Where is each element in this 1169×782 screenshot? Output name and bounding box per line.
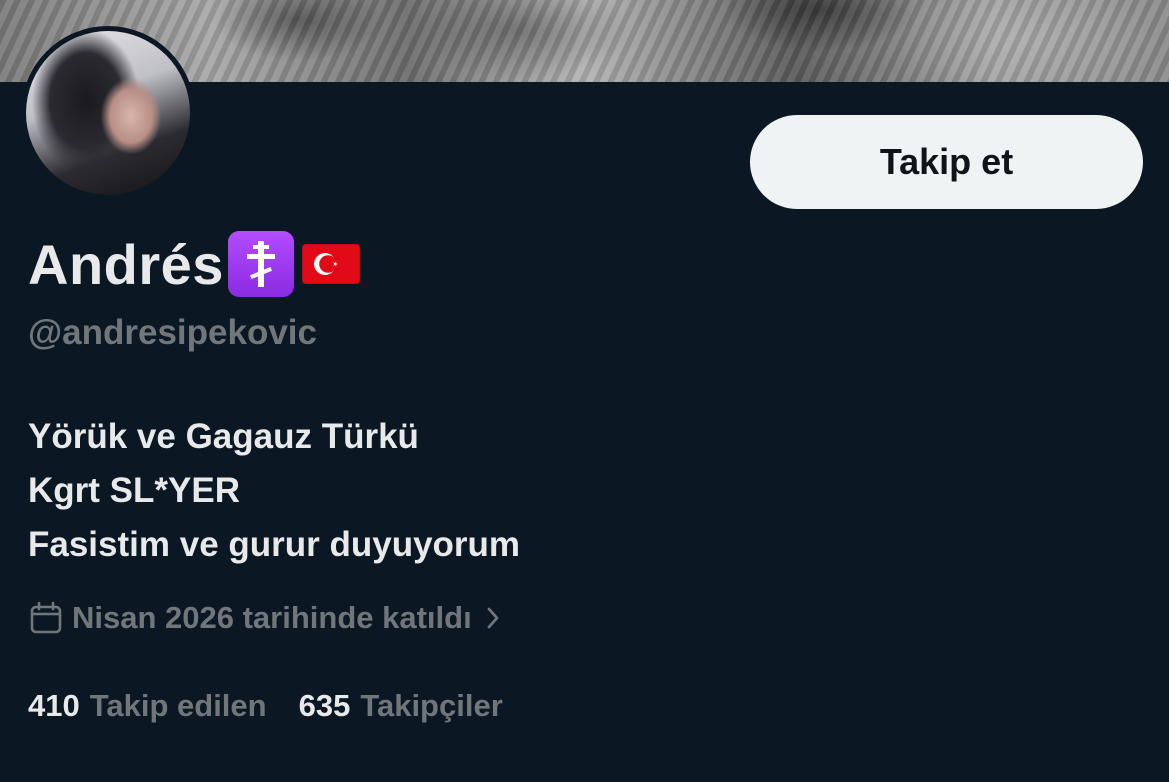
chevron-right-icon bbox=[484, 604, 502, 632]
orthodox-cross-emoji bbox=[227, 231, 294, 297]
turkey-flag-emoji bbox=[301, 244, 360, 284]
profile-page: Takip et Andrés @andresipekovic Yörük ve… bbox=[0, 0, 1169, 782]
profile-bio: Yörük ve Gagauz Türkü Kgrt SL*YER Fasist… bbox=[28, 410, 520, 572]
joined-date[interactable]: Nisan 2026 tarihinde katıldı bbox=[28, 596, 502, 640]
bio-line: Yörük ve Gagauz Türkü bbox=[28, 417, 419, 456]
following-label: Takip edilen bbox=[89, 688, 267, 723]
avatar-image bbox=[26, 31, 190, 195]
follow-button[interactable]: Takip et bbox=[750, 115, 1143, 209]
bio-line: Kgrt SL*YER bbox=[28, 471, 240, 510]
calendar-icon bbox=[28, 600, 64, 636]
following-count: 410 bbox=[28, 688, 80, 723]
following-link[interactable]: 410 Takip edilen bbox=[28, 688, 267, 724]
bio-line: Fasistim ve gurur duyuyorum bbox=[28, 525, 521, 564]
avatar[interactable] bbox=[21, 26, 195, 200]
display-name: Andrés bbox=[28, 232, 224, 296]
followers-label: Takipçiler bbox=[360, 688, 503, 723]
followers-count: 635 bbox=[298, 688, 351, 723]
name-row: Andrés bbox=[28, 228, 360, 300]
joined-text: Nisan 2026 tarihinde katıldı bbox=[72, 600, 472, 635]
profile-handle: @andresipekovic bbox=[28, 313, 317, 352]
followers-link[interactable]: 635 Takipçiler bbox=[299, 688, 503, 724]
profile-stats: 410 Takip edilen 635 Takipçiler bbox=[28, 684, 535, 728]
